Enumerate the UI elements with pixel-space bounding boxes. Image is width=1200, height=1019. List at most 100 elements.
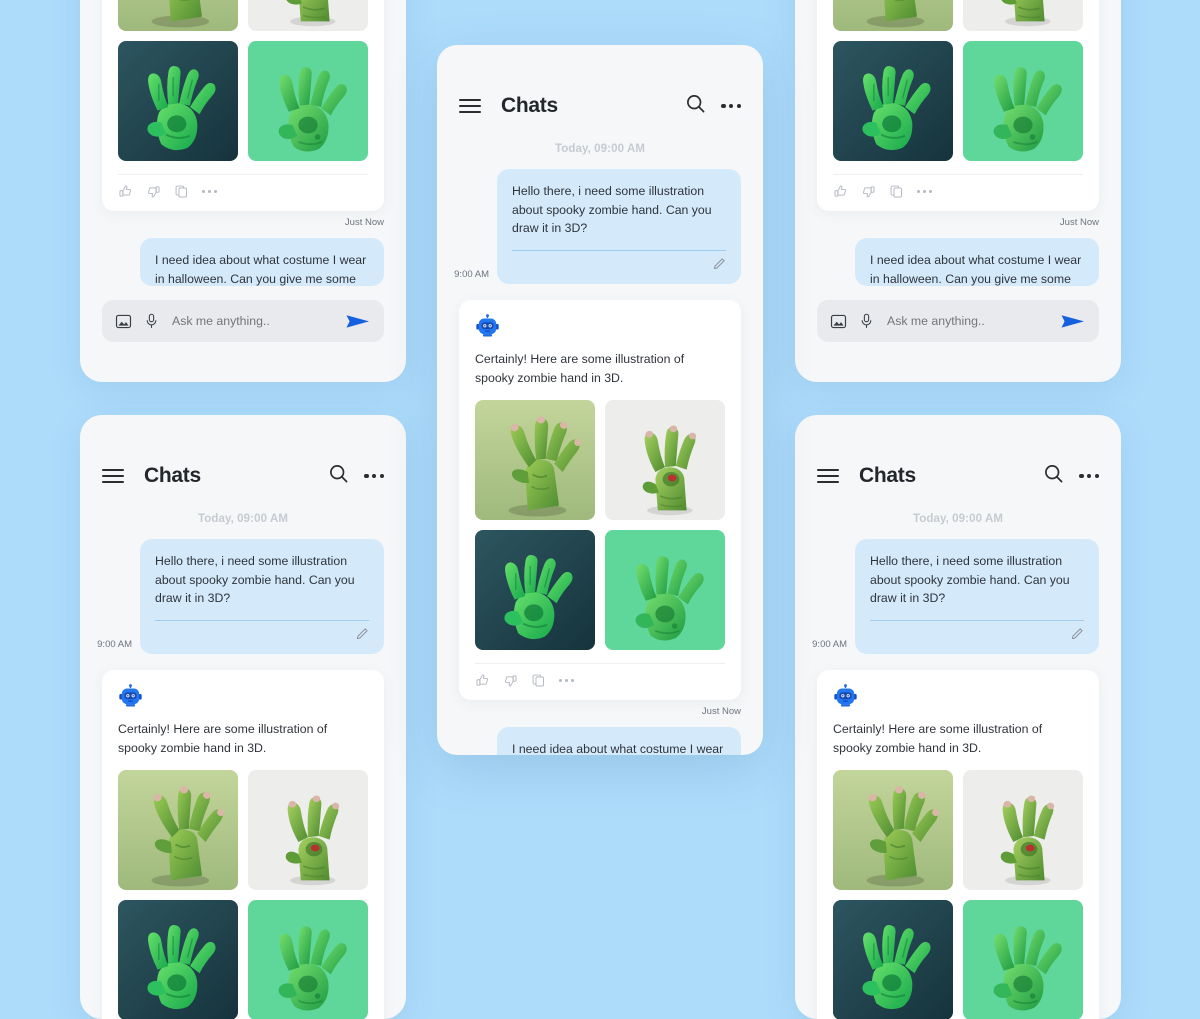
assistant-timestamp-row: Just Now xyxy=(102,217,384,228)
more-actions-icon[interactable] xyxy=(202,190,217,194)
attachment-zombie-hand-open-mint[interactable] xyxy=(248,900,368,1019)
message-row-user: 9:00 AM Hello there, i need some illustr… xyxy=(812,539,1099,655)
chat-header: Chats xyxy=(80,447,406,505)
attachment-zombie-hand-open-dark[interactable] xyxy=(118,41,238,162)
hamburger-icon[interactable] xyxy=(459,98,481,114)
chat-card-bottom-left[interactable]: Chats Today, 09:00 AM 9:00 AM Hello ther… xyxy=(80,415,406,1019)
robot-avatar-icon xyxy=(118,684,143,709)
user-message-bubble-2[interactable]: I need idea about what costume I wear in… xyxy=(855,238,1099,287)
more-actions-icon[interactable] xyxy=(917,190,932,194)
attachment-zombie-hand-open-mint[interactable] xyxy=(963,41,1083,162)
attachment-zombie-hand-open-dark[interactable] xyxy=(118,900,238,1019)
thumbs-up-icon[interactable] xyxy=(118,184,133,199)
user-message-bubble[interactable]: Hello there, i need some illustration ab… xyxy=(497,169,741,285)
assistant-message-text: Certainly! Here are some illustration of… xyxy=(833,722,1043,755)
message-composer xyxy=(102,300,384,343)
assistant-actions-divider xyxy=(118,174,368,176)
search-icon[interactable] xyxy=(686,94,705,118)
user-message-text-2: I need idea about what costume I wear in… xyxy=(155,253,367,287)
message-row-user: 9:00 AM Hello there, i need some illustr… xyxy=(97,539,384,655)
attachment-zombie-hand-open-dark[interactable] xyxy=(475,530,595,651)
assistant-actions-divider xyxy=(475,663,725,665)
copy-icon[interactable] xyxy=(889,184,904,199)
mockup-stage: Chats Today, 09:00 AM 9:00 AM Hello ther… xyxy=(0,0,1200,1019)
chat-message-list: Today, 09:00 AM 9:00 AM Hello there, i n… xyxy=(437,143,763,755)
assistant-message-text: Certainly! Here are some illustration of… xyxy=(475,352,685,385)
day-divider: Today, 09:00 AM xyxy=(197,513,289,525)
pencil-edit-icon[interactable] xyxy=(355,627,369,646)
more-options-icon[interactable] xyxy=(721,103,741,109)
attachment-zombie-hand-reaching[interactable] xyxy=(833,0,953,32)
attachment-zombie-hand-reaching[interactable] xyxy=(118,770,238,891)
more-options-icon[interactable] xyxy=(364,473,384,479)
assistant-message-card: Certainly! Here are some illustration of… xyxy=(102,0,384,212)
hamburger-icon[interactable] xyxy=(817,468,839,484)
search-icon[interactable] xyxy=(329,464,348,488)
bubble-divider xyxy=(870,620,1084,622)
assistant-action-bar xyxy=(833,184,1083,201)
hamburger-icon[interactable] xyxy=(102,468,124,484)
day-divider: Today, 09:00 AM xyxy=(554,143,646,155)
bubble-footer xyxy=(155,627,369,646)
send-arrow-icon[interactable] xyxy=(1060,312,1086,331)
chat-header: Chats xyxy=(795,447,1121,505)
assistant-message-card: Certainly! Here are some illustration of… xyxy=(817,0,1099,212)
attachment-zombie-hand-open-mint[interactable] xyxy=(605,530,725,651)
assistant-actions-divider xyxy=(833,174,1083,176)
user-message-bubble[interactable]: Hello there, i need some illustration ab… xyxy=(855,539,1099,655)
thumbs-down-icon[interactable] xyxy=(503,673,518,688)
chat-card-center[interactable]: Chats Today, 09:00 AM 9:00 AM Hello ther… xyxy=(437,45,763,755)
page-title: Chats xyxy=(144,464,201,487)
assistant-timestamp: Just Now xyxy=(344,217,384,229)
attachment-zombie-hand-claw[interactable] xyxy=(963,0,1083,32)
attachment-zombie-hand-reaching[interactable] xyxy=(833,770,953,891)
message-row-user: 9:00 AM Hello there, i need some illustr… xyxy=(454,169,741,285)
attachment-zombie-hand-open-dark[interactable] xyxy=(833,41,953,162)
message-input[interactable] xyxy=(887,314,1060,329)
pencil-edit-icon[interactable] xyxy=(712,257,726,276)
microphone-icon[interactable] xyxy=(859,313,874,329)
image-attach-icon[interactable] xyxy=(830,313,847,330)
copy-icon[interactable] xyxy=(531,673,546,688)
thumbs-up-icon[interactable] xyxy=(475,673,490,688)
user-message-bubble-2[interactable]: I need idea about what costume I wear in… xyxy=(497,727,741,755)
message-row-user-2: I need idea about what costume I wear in… xyxy=(459,727,741,755)
user-message-text: Hello there, i need some illustration ab… xyxy=(155,554,355,606)
microphone-icon[interactable] xyxy=(144,313,159,329)
send-arrow-icon[interactable] xyxy=(345,312,371,331)
attachment-zombie-hand-reaching[interactable] xyxy=(475,400,595,521)
attachment-zombie-hand-reaching[interactable] xyxy=(118,0,238,32)
chat-card-bottom-right[interactable]: Chats Today, 09:00 AM 9:00 AM Hello ther… xyxy=(795,415,1121,1019)
thumbs-down-icon[interactable] xyxy=(146,184,161,199)
chat-card-top-right[interactable]: Chats Today, 09:00 AM 9:00 AM Hello ther… xyxy=(795,0,1121,382)
thumbs-up-icon[interactable] xyxy=(833,184,848,199)
attachment-grid xyxy=(833,770,1083,1019)
user-message-bubble-2[interactable]: I need idea about what costume I wear in… xyxy=(140,238,384,287)
more-actions-icon[interactable] xyxy=(559,679,574,683)
attachment-zombie-hand-open-mint[interactable] xyxy=(963,900,1083,1019)
message-input[interactable] xyxy=(172,314,345,329)
bubble-footer xyxy=(870,627,1084,646)
robot-avatar-icon xyxy=(475,314,500,339)
chat-message-list: Today, 09:00 AM 9:00 AM Hello there, i n… xyxy=(80,0,406,287)
search-icon[interactable] xyxy=(1044,464,1063,488)
attachment-zombie-hand-claw[interactable] xyxy=(605,400,725,521)
more-options-icon[interactable] xyxy=(1079,473,1099,479)
attachment-zombie-hand-open-dark[interactable] xyxy=(833,900,953,1019)
pencil-edit-icon[interactable] xyxy=(1070,627,1084,646)
user-message-bubble[interactable]: Hello there, i need some illustration ab… xyxy=(140,539,384,655)
attachment-zombie-hand-claw[interactable] xyxy=(248,770,368,891)
user-message-text-2: I need idea about what costume I wear in… xyxy=(870,253,1082,287)
copy-icon[interactable] xyxy=(174,184,189,199)
attachment-grid xyxy=(833,0,1083,162)
attachment-zombie-hand-open-mint[interactable] xyxy=(248,41,368,162)
chat-card-top-left[interactable]: Chats Today, 09:00 AM 9:00 AM Hello ther… xyxy=(80,0,406,382)
chat-header: Chats xyxy=(437,77,763,135)
assistant-message-card: Certainly! Here are some illustration of… xyxy=(459,300,741,701)
assistant-timestamp: Just Now xyxy=(1059,217,1099,229)
assistant-message-card: Certainly! Here are some illustration of… xyxy=(817,670,1099,1019)
image-attach-icon[interactable] xyxy=(115,313,132,330)
attachment-zombie-hand-claw[interactable] xyxy=(248,0,368,32)
attachment-zombie-hand-claw[interactable] xyxy=(963,770,1083,891)
thumbs-down-icon[interactable] xyxy=(861,184,876,199)
